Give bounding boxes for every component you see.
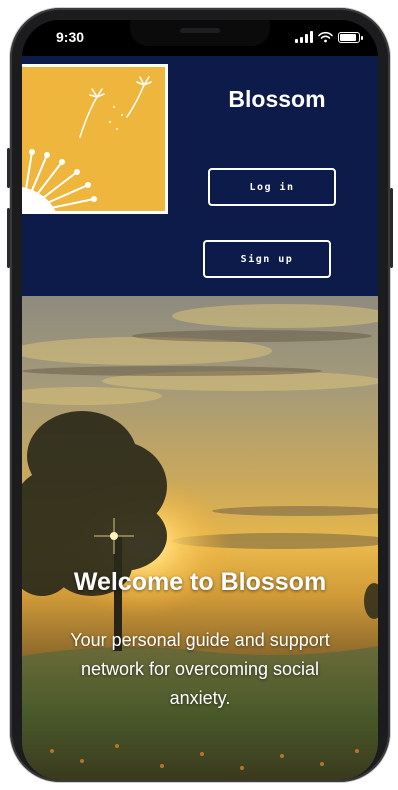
- dandelion-logo: [22, 64, 168, 215]
- battery-level: [340, 33, 356, 41]
- wifi-icon: [318, 31, 333, 43]
- hero-section: Welcome to Blossom Your personal guide a…: [22, 296, 378, 780]
- signal-icon: [295, 31, 313, 43]
- phone-screen: 9:30 Blossom Log in Sign up Welcome to B…: [22, 20, 378, 780]
- notch: [130, 20, 270, 46]
- login-button[interactable]: Log in: [208, 168, 336, 206]
- hero-title: Welcome to Blossom: [73, 568, 327, 596]
- hero-subtitle: Your personal guide and support network …: [70, 630, 330, 708]
- phone-side-button: [7, 148, 10, 188]
- status-time: 9:30: [56, 29, 85, 45]
- phone-volume-button: [7, 208, 10, 268]
- battery-icon: [338, 31, 363, 43]
- signup-button[interactable]: Sign up: [203, 240, 331, 278]
- phone-power-button: [390, 188, 393, 268]
- system-icons: [295, 30, 363, 44]
- dandelion-logo-icon: [22, 76, 152, 215]
- app-header: Blossom Log in Sign up: [22, 56, 378, 296]
- app-title: Blossom: [228, 86, 326, 112]
- notch-speaker: [180, 28, 220, 33]
- status-bar: 9:30: [22, 20, 378, 56]
